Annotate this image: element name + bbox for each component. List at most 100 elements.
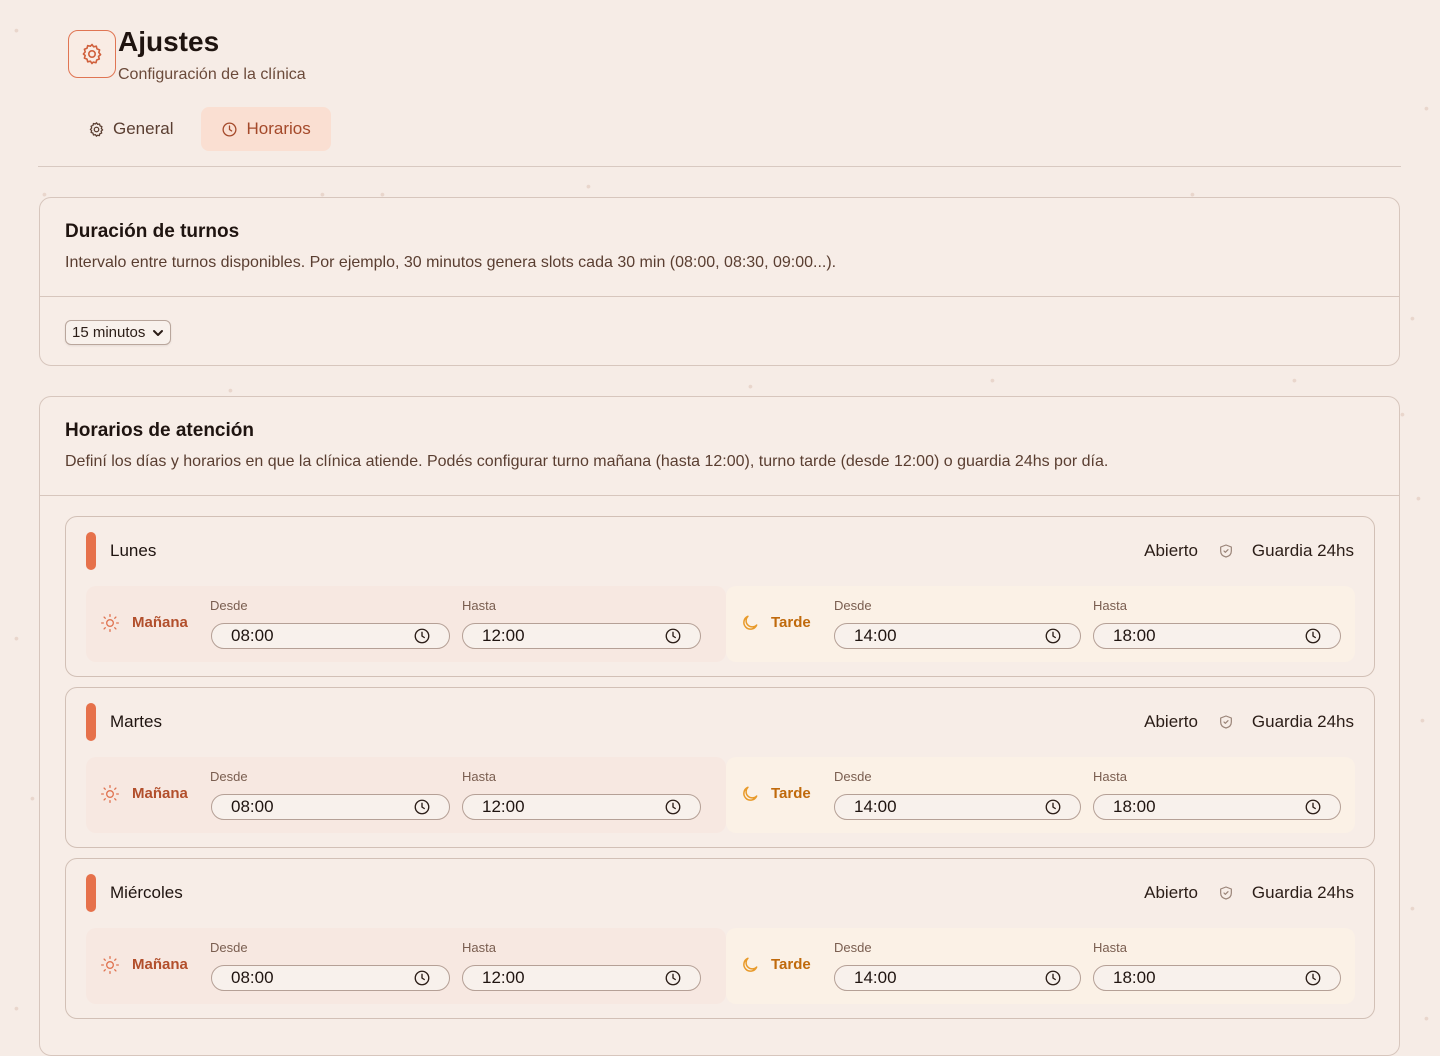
morning-label: Mañana xyxy=(132,785,188,802)
from-label: Desde xyxy=(210,940,248,955)
clock-icon[interactable] xyxy=(1044,798,1062,816)
from-label: Desde xyxy=(210,598,248,613)
day-accent-bar xyxy=(86,532,96,570)
gear-icon xyxy=(89,121,104,137)
morning-from-input[interactable]: 08:00 xyxy=(211,794,450,820)
afternoon-to-input[interactable]: 18:00 xyxy=(1093,965,1341,991)
time-value: 12:00 xyxy=(482,797,525,816)
page-subtitle: Configuración de la clínica xyxy=(118,66,306,83)
day-accent-bar xyxy=(86,874,96,912)
divider xyxy=(40,495,1399,496)
afternoon-label: Tarde xyxy=(771,614,811,631)
to-label: Hasta xyxy=(462,598,496,613)
afternoon-to-input[interactable]: 18:00 xyxy=(1093,623,1341,649)
morning-shift: Mañana Desde 08:00 Hasta 12:00 xyxy=(86,757,726,833)
morning-from-input[interactable]: 08:00 xyxy=(211,965,450,991)
clock-icon[interactable] xyxy=(1304,798,1322,816)
day-row: Miércoles Abierto Guardia 24hs Mañana De… xyxy=(65,858,1375,1019)
paw-print-decoration: • xyxy=(990,372,995,388)
paw-print-decoration: • xyxy=(1410,310,1415,326)
tab-horarios-label: Horarios xyxy=(246,119,311,138)
duration-card: Duración de turnos Intervalo entre turno… xyxy=(39,197,1400,366)
day-row: Martes Abierto Guardia 24hs Mañana Desde… xyxy=(65,687,1375,848)
clock-icon[interactable] xyxy=(413,969,431,987)
guard-24h-toggle[interactable]: Guardia 24hs xyxy=(1252,883,1354,903)
time-value: 14:00 xyxy=(854,968,897,987)
clock-icon[interactable] xyxy=(1304,627,1322,645)
afternoon-from-input[interactable]: 14:00 xyxy=(834,965,1081,991)
open-toggle[interactable]: Abierto xyxy=(1144,712,1198,732)
clock-icon xyxy=(222,121,237,137)
settings-logo xyxy=(68,30,116,78)
shield-icon[interactable] xyxy=(1218,714,1234,730)
clock-icon[interactable] xyxy=(1044,627,1062,645)
sun-icon xyxy=(101,614,120,632)
tab-general[interactable]: General xyxy=(68,107,193,151)
sun-icon xyxy=(101,956,120,974)
paw-print-decoration: • xyxy=(30,790,35,806)
moon-icon xyxy=(743,786,758,801)
clock-icon[interactable] xyxy=(1044,969,1062,987)
paw-print-decoration: • xyxy=(748,378,753,394)
schedule-title: Horarios de atención xyxy=(65,420,254,441)
schedule-description: Definí los días y horarios en que la clí… xyxy=(65,453,1109,470)
afternoon-label: Tarde xyxy=(771,785,811,802)
time-value: 18:00 xyxy=(1113,797,1156,816)
morning-to-input[interactable]: 12:00 xyxy=(462,794,701,820)
to-label: Hasta xyxy=(1093,940,1127,955)
paw-print-decoration: • xyxy=(1420,712,1425,728)
clock-icon[interactable] xyxy=(1304,969,1322,987)
from-label: Desde xyxy=(834,598,872,613)
morning-shift: Mañana Desde 08:00 Hasta 12:00 xyxy=(86,928,726,1004)
to-label: Hasta xyxy=(1093,598,1127,613)
clock-icon[interactable] xyxy=(664,627,682,645)
guard-24h-toggle[interactable]: Guardia 24hs xyxy=(1252,712,1354,732)
afternoon-shift: Tarde Desde 14:00 Hasta 18:00 xyxy=(726,757,1355,833)
shield-icon[interactable] xyxy=(1218,543,1234,559)
time-value: 18:00 xyxy=(1113,626,1156,645)
morning-to-input[interactable]: 12:00 xyxy=(462,965,701,991)
paw-print-decoration: • xyxy=(14,22,19,38)
day-accent-bar xyxy=(86,703,96,741)
paw-print-decoration: • xyxy=(586,178,591,194)
time-value: 18:00 xyxy=(1113,968,1156,987)
gear-icon xyxy=(82,43,102,65)
open-toggle[interactable]: Abierto xyxy=(1144,883,1198,903)
clock-icon[interactable] xyxy=(664,798,682,816)
time-value: 12:00 xyxy=(482,626,525,645)
paw-print-decoration: • xyxy=(14,1000,19,1016)
morning-label: Mañana xyxy=(132,956,188,973)
afternoon-from-input[interactable]: 14:00 xyxy=(834,623,1081,649)
clock-icon[interactable] xyxy=(413,798,431,816)
morning-to-input[interactable]: 12:00 xyxy=(462,623,701,649)
guard-24h-toggle[interactable]: Guardia 24hs xyxy=(1252,541,1354,561)
time-value: 08:00 xyxy=(231,797,274,816)
afternoon-to-input[interactable]: 18:00 xyxy=(1093,794,1341,820)
clock-icon[interactable] xyxy=(664,969,682,987)
morning-shift: Mañana Desde 08:00 Hasta 12:00 xyxy=(86,586,726,662)
open-toggle[interactable]: Abierto xyxy=(1144,541,1198,561)
schedule-card: Horarios de atención Definí los días y h… xyxy=(39,396,1400,1056)
time-value: 08:00 xyxy=(231,968,274,987)
day-name: Lunes xyxy=(110,541,157,560)
duration-select[interactable]: 15 minutos xyxy=(65,320,171,345)
morning-from-input[interactable]: 08:00 xyxy=(211,623,450,649)
shield-icon[interactable] xyxy=(1218,885,1234,901)
paw-print-decoration: • xyxy=(1400,406,1405,422)
afternoon-shift: Tarde Desde 14:00 Hasta 18:00 xyxy=(726,928,1355,1004)
moon-icon xyxy=(743,957,758,972)
tab-horarios[interactable]: Horarios xyxy=(201,107,331,151)
from-label: Desde xyxy=(210,769,248,784)
day-name: Miércoles xyxy=(110,883,183,902)
paw-print-decoration: • xyxy=(1424,1010,1429,1026)
afternoon-from-input[interactable]: 14:00 xyxy=(834,794,1081,820)
tab-general-label: General xyxy=(113,119,174,138)
time-value: 12:00 xyxy=(482,968,525,987)
afternoon-label: Tarde xyxy=(771,956,811,973)
settings-tabs: General Horarios xyxy=(68,107,331,151)
paw-print-decoration: • xyxy=(1416,490,1421,506)
moon-icon xyxy=(743,615,758,630)
clock-icon[interactable] xyxy=(413,627,431,645)
paw-print-decoration: • xyxy=(1424,100,1429,116)
chevron-down-icon xyxy=(153,329,163,336)
